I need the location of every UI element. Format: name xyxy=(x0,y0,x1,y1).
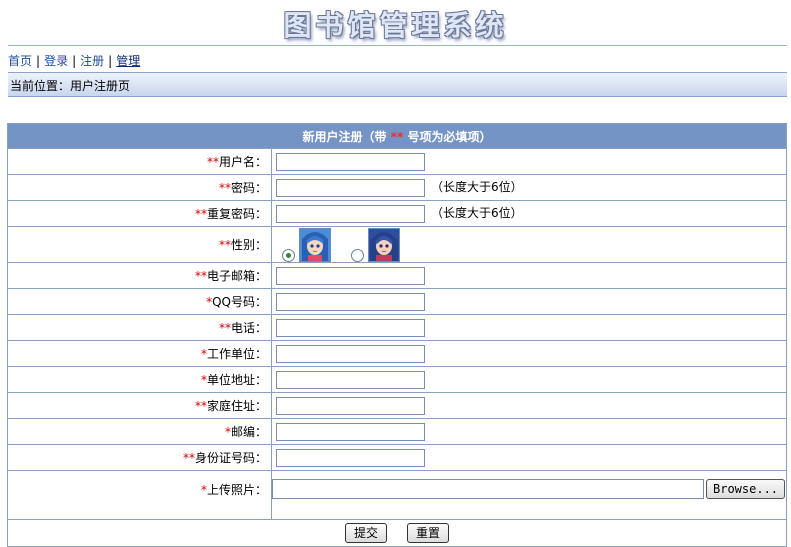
label-text: 电话： xyxy=(230,321,267,335)
nav-separator: | xyxy=(72,54,77,68)
required-marker: ** xyxy=(218,181,231,195)
top-nav: 首页 | 登录 | 注册 | 管理 xyxy=(8,45,787,69)
required-marker: ** xyxy=(182,451,195,465)
field-label-employer-address: *单位地址： xyxy=(7,366,272,393)
qq-input[interactable] xyxy=(276,292,425,311)
required-marker: ** xyxy=(194,399,207,413)
photo-file-path-input[interactable] xyxy=(272,479,704,499)
label-text: 密码： xyxy=(230,181,267,195)
username-input[interactable] xyxy=(276,152,425,171)
nav-register-link[interactable]: 注册 xyxy=(80,54,104,68)
home-address-input[interactable] xyxy=(276,396,425,415)
required-marker: ** xyxy=(206,155,219,169)
required-marker: ** xyxy=(218,238,231,252)
photo-upload-cell: Browse... xyxy=(271,470,787,520)
label-text: 用户名： xyxy=(218,155,267,169)
field-label-confirm-password: **重复密码： xyxy=(7,200,272,227)
id-number-input[interactable] xyxy=(276,448,425,467)
confirm-password-hint: （长度大于6位） xyxy=(431,206,523,221)
app-title-banner: 图书馆管理系统 xyxy=(0,0,791,44)
submit-button[interactable]: 提交 xyxy=(344,523,387,543)
label-text: 身份证号码： xyxy=(194,451,267,465)
app-title: 图书馆管理系统 xyxy=(283,9,508,42)
field-label-photo: *上传照片： xyxy=(7,470,272,520)
gender-radio-b[interactable] xyxy=(350,248,364,262)
nav-login-link[interactable]: 登录 xyxy=(44,54,68,68)
gender-radio-a[interactable] xyxy=(282,248,295,262)
field-label-qq: *QQ号码： xyxy=(7,288,272,315)
label-text: 邮编： xyxy=(230,425,267,439)
nav-admin-link[interactable]: 管理 xyxy=(116,54,140,68)
label-text: 单位地址： xyxy=(206,373,267,387)
field-label-postcode: *邮编： xyxy=(7,418,272,445)
email-input[interactable] xyxy=(276,266,425,285)
breadcrumb: 当前位置：用户注册页 xyxy=(8,72,787,97)
phone-input[interactable] xyxy=(276,318,425,337)
employer-address-input[interactable] xyxy=(276,370,425,389)
avatar-a-icon xyxy=(299,227,331,262)
field-label-username: **用户名： xyxy=(7,148,272,175)
field-label-employer: *工作单位： xyxy=(7,340,272,367)
field-label-id-number: **身份证号码： xyxy=(7,444,272,471)
label-text: 家庭住址： xyxy=(206,399,267,413)
required-marker: ** xyxy=(218,321,231,335)
label-text: 电子邮箱： xyxy=(206,269,267,283)
required-marker: ** xyxy=(194,269,207,283)
label-text: 性别： xyxy=(230,238,267,252)
gender-options xyxy=(271,226,787,263)
browse-button[interactable]: Browse... xyxy=(706,479,786,499)
nav-separator: | xyxy=(108,54,113,68)
form-header: 新用户注册（带 ** 号项为必填项） xyxy=(7,123,787,149)
label-text: 重复密码： xyxy=(206,207,267,221)
field-label-home-address: **家庭住址： xyxy=(7,392,272,419)
confirm-password-input[interactable] xyxy=(276,204,425,223)
form-header-suffix: 号项为必填项） xyxy=(403,129,492,144)
nav-separator: | xyxy=(36,54,41,68)
field-label-gender: **性别： xyxy=(7,226,272,263)
field-label-phone: **电话： xyxy=(7,314,272,341)
label-text: 上传照片： xyxy=(206,483,267,497)
field-label-password: **密码： xyxy=(7,174,272,201)
label-text: 工作单位： xyxy=(206,347,267,361)
postcode-input[interactable] xyxy=(276,422,425,441)
field-label-email: **电子邮箱： xyxy=(7,262,272,289)
avatar-b-icon xyxy=(367,227,400,262)
form-header-prefix: 新用户注册（带 xyxy=(302,129,391,144)
registration-form: 新用户注册（带 ** 号项为必填项） **用户名： **密码： （长度大于6位）… xyxy=(7,123,787,547)
label-text: QQ号码： xyxy=(212,295,267,309)
nav-home-link[interactable]: 首页 xyxy=(8,54,32,68)
employer-input[interactable] xyxy=(276,344,425,363)
reset-button[interactable]: 重置 xyxy=(407,523,450,543)
required-marker: ** xyxy=(194,207,207,221)
password-input[interactable] xyxy=(276,178,425,197)
form-header-stars: ** xyxy=(390,129,404,144)
form-actions: 提交 重置 xyxy=(7,519,787,547)
password-hint: （长度大于6位） xyxy=(431,180,523,195)
